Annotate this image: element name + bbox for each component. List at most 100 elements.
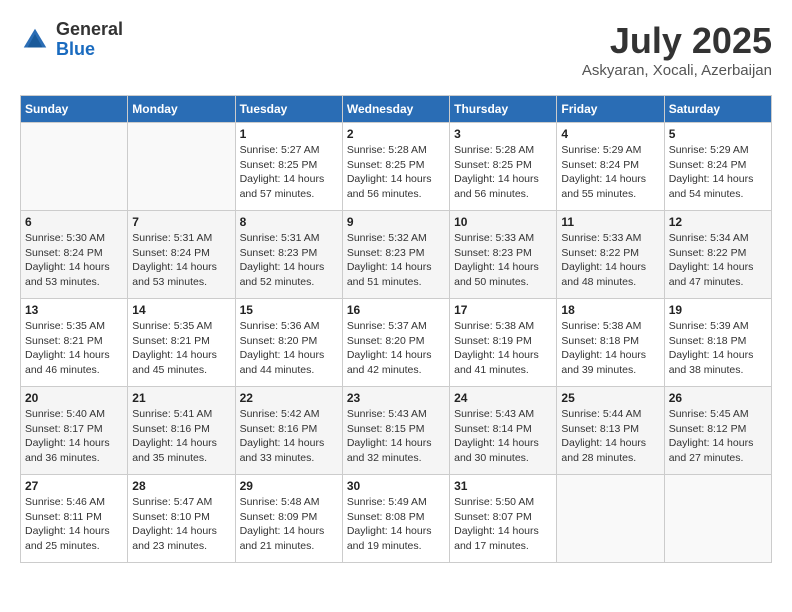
calendar-cell (557, 475, 664, 563)
day-number: 10 (454, 215, 552, 229)
calendar-cell: 11Sunrise: 5:33 AM Sunset: 8:22 PM Dayli… (557, 211, 664, 299)
calendar-cell: 26 Sunrise: 5:45 AM Sunset: 8:12 PM Dayli… (664, 387, 771, 475)
day-number: 20 (25, 391, 123, 405)
day-number: 14 (132, 303, 230, 317)
calendar-week-row: 13 Sunrise: 5:35 AM Sunset: 8:21 PM Dayli… (21, 299, 772, 387)
day-info: Sunrise: 5:43 AM Sunset: 8:14 PM Dayligh… (454, 407, 552, 466)
day-number: 17 (454, 303, 552, 317)
calendar-cell (21, 123, 128, 211)
day-number: 18 (561, 303, 659, 317)
calendar-cell: 21 Sunrise: 5:41 AM Sunset: 8:16 PM Dayli… (128, 387, 235, 475)
day-number: 25 (561, 391, 659, 405)
day-number: 26 (669, 391, 767, 405)
day-number: 1 (240, 127, 338, 141)
calendar-cell: 6 Sunrise: 5:30 AM Sunset: 8:24 PM Daylig… (21, 211, 128, 299)
day-number: 29 (240, 479, 338, 493)
calendar-cell: 15Sunrise: 5:36 AM Sunset: 8:20 PM Dayli… (235, 299, 342, 387)
day-info: Sunrise: 5:45 AM Sunset: 8:12 PM Dayligh… (669, 407, 767, 466)
day-info: Sunrise: 5:41 AM Sunset: 8:16 PM Dayligh… (132, 407, 230, 466)
calendar-cell: 22 Sunrise: 5:42 AM Sunset: 8:16 PM Dayli… (235, 387, 342, 475)
weekday-header: Tuesday (235, 96, 342, 123)
calendar-cell: 16Sunrise: 5:37 AM Sunset: 8:20 PM Dayli… (342, 299, 449, 387)
calendar-cell: 27Sunrise: 5:46 AM Sunset: 8:11 PM Dayli… (21, 475, 128, 563)
weekday-header: Saturday (664, 96, 771, 123)
calendar-cell (664, 475, 771, 563)
day-number: 24 (454, 391, 552, 405)
calendar-cell: 3 Sunrise: 5:28 AM Sunset: 8:25 PM Daylig… (450, 123, 557, 211)
calendar-header-row: SundayMondayTuesdayWednesdayThursdayFrid… (21, 96, 772, 123)
calendar-cell: 30Sunrise: 5:49 AM Sunset: 8:08 PM Dayli… (342, 475, 449, 563)
day-info: Sunrise: 5:31 AM Sunset: 8:24 PM Dayligh… (132, 231, 230, 290)
calendar-cell: 9 Sunrise: 5:32 AM Sunset: 8:23 PM Daylig… (342, 211, 449, 299)
calendar-cell: 8Sunrise: 5:31 AM Sunset: 8:23 PM Daylig… (235, 211, 342, 299)
calendar-cell: 24 Sunrise: 5:43 AM Sunset: 8:14 PM Dayli… (450, 387, 557, 475)
calendar-cell: 2 Sunrise: 5:28 AM Sunset: 8:25 PM Daylig… (342, 123, 449, 211)
calendar-week-row: 6 Sunrise: 5:30 AM Sunset: 8:24 PM Daylig… (21, 211, 772, 299)
day-number: 6 (25, 215, 123, 229)
logo-blue: Blue (56, 40, 123, 60)
day-number: 15 (240, 303, 338, 317)
day-number: 3 (454, 127, 552, 141)
calendar-cell: 31Sunrise: 5:50 AM Sunset: 8:07 PM Dayli… (450, 475, 557, 563)
calendar-week-row: 27Sunrise: 5:46 AM Sunset: 8:11 PM Dayli… (21, 475, 772, 563)
day-number: 21 (132, 391, 230, 405)
day-info: Sunrise: 5:38 AM Sunset: 8:18 PM Dayligh… (561, 319, 659, 378)
calendar-cell: 7Sunrise: 5:31 AM Sunset: 8:24 PM Daylig… (128, 211, 235, 299)
day-info: Sunrise: 5:28 AM Sunset: 8:25 PM Dayligh… (454, 143, 552, 202)
day-number: 12 (669, 215, 767, 229)
day-info: Sunrise: 5:29 AM Sunset: 8:24 PM Dayligh… (669, 143, 767, 202)
day-number: 22 (240, 391, 338, 405)
day-number: 19 (669, 303, 767, 317)
day-info: Sunrise: 5:32 AM Sunset: 8:23 PM Dayligh… (347, 231, 445, 290)
day-number: 9 (347, 215, 445, 229)
day-number: 4 (561, 127, 659, 141)
day-info: Sunrise: 5:33 AM Sunset: 8:23 PM Dayligh… (454, 231, 552, 290)
title-block: July 2025 Askyaran, Xocali, Azerbaijan (582, 20, 772, 79)
day-info: Sunrise: 5:37 AM Sunset: 8:20 PM Dayligh… (347, 319, 445, 378)
day-info: Sunrise: 5:40 AM Sunset: 8:17 PM Dayligh… (25, 407, 123, 466)
calendar-cell: 12 Sunrise: 5:34 AM Sunset: 8:22 PM Dayli… (664, 211, 771, 299)
calendar-cell: 14 Sunrise: 5:35 AM Sunset: 8:21 PM Dayli… (128, 299, 235, 387)
month-title: July 2025 (582, 20, 772, 62)
day-info: Sunrise: 5:34 AM Sunset: 8:22 PM Dayligh… (669, 231, 767, 290)
day-info: Sunrise: 5:39 AM Sunset: 8:18 PM Dayligh… (669, 319, 767, 378)
day-info: Sunrise: 5:27 AM Sunset: 8:25 PM Dayligh… (240, 143, 338, 202)
weekday-header: Thursday (450, 96, 557, 123)
weekday-header: Monday (128, 96, 235, 123)
weekday-header: Friday (557, 96, 664, 123)
logo-icon (20, 25, 50, 55)
calendar-cell (128, 123, 235, 211)
day-number: 2 (347, 127, 445, 141)
logo-general: General (56, 20, 123, 40)
calendar-cell: 17Sunrise: 5:38 AM Sunset: 8:19 PM Dayli… (450, 299, 557, 387)
calendar-cell: 20 Sunrise: 5:40 AM Sunset: 8:17 PM Dayli… (21, 387, 128, 475)
day-info: Sunrise: 5:29 AM Sunset: 8:24 PM Dayligh… (561, 143, 659, 202)
logo: General Blue (20, 20, 123, 60)
weekday-header: Sunday (21, 96, 128, 123)
day-number: 11 (561, 215, 659, 229)
day-info: Sunrise: 5:30 AM Sunset: 8:24 PM Dayligh… (25, 231, 123, 290)
day-info: Sunrise: 5:35 AM Sunset: 8:21 PM Dayligh… (25, 319, 123, 378)
calendar-cell: 10 Sunrise: 5:33 AM Sunset: 8:23 PM Dayli… (450, 211, 557, 299)
calendar-table: SundayMondayTuesdayWednesdayThursdayFrid… (20, 95, 772, 563)
calendar-cell: 19 Sunrise: 5:39 AM Sunset: 8:18 PM Dayli… (664, 299, 771, 387)
day-number: 27 (25, 479, 123, 493)
calendar-cell: 5 Sunrise: 5:29 AM Sunset: 8:24 PM Daylig… (664, 123, 771, 211)
calendar-week-row: 20 Sunrise: 5:40 AM Sunset: 8:17 PM Dayli… (21, 387, 772, 475)
day-info: Sunrise: 5:44 AM Sunset: 8:13 PM Dayligh… (561, 407, 659, 466)
day-info: Sunrise: 5:35 AM Sunset: 8:21 PM Dayligh… (132, 319, 230, 378)
day-number: 5 (669, 127, 767, 141)
weekday-header: Wednesday (342, 96, 449, 123)
day-info: Sunrise: 5:43 AM Sunset: 8:15 PM Dayligh… (347, 407, 445, 466)
calendar-cell: 1 Sunrise: 5:27 AM Sunset: 8:25 PM Daylig… (235, 123, 342, 211)
day-info: Sunrise: 5:50 AM Sunset: 8:07 PM Dayligh… (454, 495, 552, 554)
day-info: Sunrise: 5:42 AM Sunset: 8:16 PM Dayligh… (240, 407, 338, 466)
calendar-cell: 29Sunrise: 5:48 AM Sunset: 8:09 PM Dayli… (235, 475, 342, 563)
calendar-cell: 28Sunrise: 5:47 AM Sunset: 8:10 PM Dayli… (128, 475, 235, 563)
calendar-week-row: 1 Sunrise: 5:27 AM Sunset: 8:25 PM Daylig… (21, 123, 772, 211)
calendar-cell: 13 Sunrise: 5:35 AM Sunset: 8:21 PM Dayli… (21, 299, 128, 387)
logo-text: General Blue (56, 20, 123, 60)
day-number: 13 (25, 303, 123, 317)
day-info: Sunrise: 5:28 AM Sunset: 8:25 PM Dayligh… (347, 143, 445, 202)
day-number: 8 (240, 215, 338, 229)
